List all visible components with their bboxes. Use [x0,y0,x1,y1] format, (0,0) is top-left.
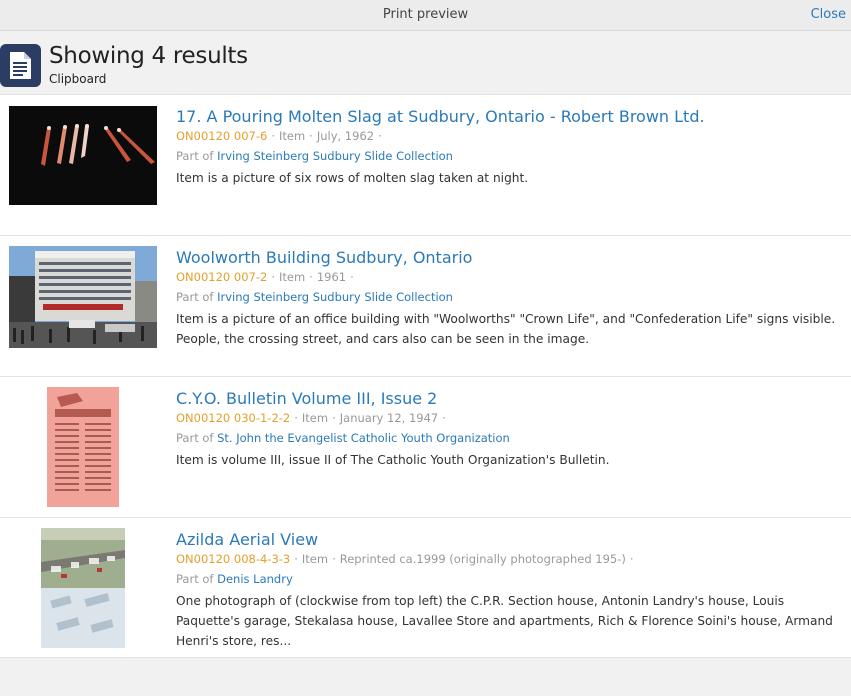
part-of-line: Part of Denis Landry [176,572,293,586]
result-meta: ON00120 030-1-2-2 · Item · January 12, 1947 · [176,411,446,425]
result-description: One photograph of (clockwise from top le… [176,594,833,648]
result-title-link[interactable]: 17. A Pouring Molten Slag at Sudbury, On… [176,107,705,126]
page-title: Showing 4 results [49,43,248,69]
results-header: Showing 4 results Clipboard [0,31,851,94]
part-of-link[interactable]: Irving Steinberg Sudbury Slide Collectio… [217,149,453,163]
result-date: January 12, 1947 [339,411,439,425]
result-date: July, 1962 [316,129,375,143]
reference-code: ON00120 030-1-2-2 [176,411,291,425]
part-of-label: Part of [176,149,214,163]
part-of-link[interactable]: Denis Landry [217,572,293,586]
level-of-description: Item [278,270,306,284]
result-thumbnail[interactable] [9,106,157,205]
reference-code: ON00120 007-2 [176,270,268,284]
part-of-label: Part of [176,431,214,445]
part-of-link[interactable]: St. John the Evangelist Catholic Youth O… [217,431,510,445]
result-meta: ON00120 007-6 · Item · July, 1962 · [176,129,382,143]
result-date: 1961 [316,270,347,284]
part-of-line: Part of Irving Steinberg Sudbury Slide C… [176,290,453,304]
result-description: Item is a picture of an office building … [176,312,836,346]
part-of-line: Part of St. John the Evangelist Catholic… [176,431,510,445]
result-title-link[interactable]: C.Y.O. Bulletin Volume III, Issue 2 [176,389,437,408]
result-description: Item is a picture of six rows of molten … [176,171,529,185]
result-title-link[interactable]: Woolworth Building Sudbury, Ontario [176,248,472,267]
level-of-description: Item [278,129,306,143]
result-item: Woolworth Building Sudbury, Ontario ON00… [0,235,851,376]
level-of-description: Item [301,411,329,425]
result-thumbnail[interactable] [9,246,157,348]
reference-code: ON00120 007-6 [176,129,268,143]
level-of-description: Item [301,552,329,566]
result-thumbnail[interactable] [47,387,119,507]
part-of-line: Part of Irving Steinberg Sudbury Slide C… [176,149,453,163]
result-meta: ON00120 007-2 · Item · 1961 · [176,270,354,284]
result-date: Reprinted ca.1999 (originally photograph… [339,552,626,566]
part-of-link[interactable]: Irving Steinberg Sudbury Slide Collectio… [217,290,453,304]
reference-code: ON00120 008-4-3-3 [176,552,291,566]
result-title-link[interactable]: Azilda Aerial View [176,530,318,549]
result-item: 17. A Pouring Molten Slag at Sudbury, On… [0,94,851,235]
result-thumbnail[interactable] [41,528,125,648]
close-link[interactable]: Close [811,7,846,22]
result-item: Azilda Aerial View ON00120 008-4-3-3 · Ite… [0,517,851,658]
print-preview-bar: Print preview Close [0,0,851,31]
document-icon [0,44,41,87]
result-meta: ON00120 008-4-3-3 · Item · Reprinted ca.1999… [176,552,634,566]
page-subtitle: Clipboard [49,72,107,86]
result-item: C.Y.O. Bulletin Volume III, Issue 2 ON00… [0,376,851,517]
result-description: Item is volume III, issue II of The Cath… [176,453,610,467]
part-of-label: Part of [176,572,214,586]
part-of-label: Part of [176,290,214,304]
print-preview-title: Print preview [382,7,469,22]
